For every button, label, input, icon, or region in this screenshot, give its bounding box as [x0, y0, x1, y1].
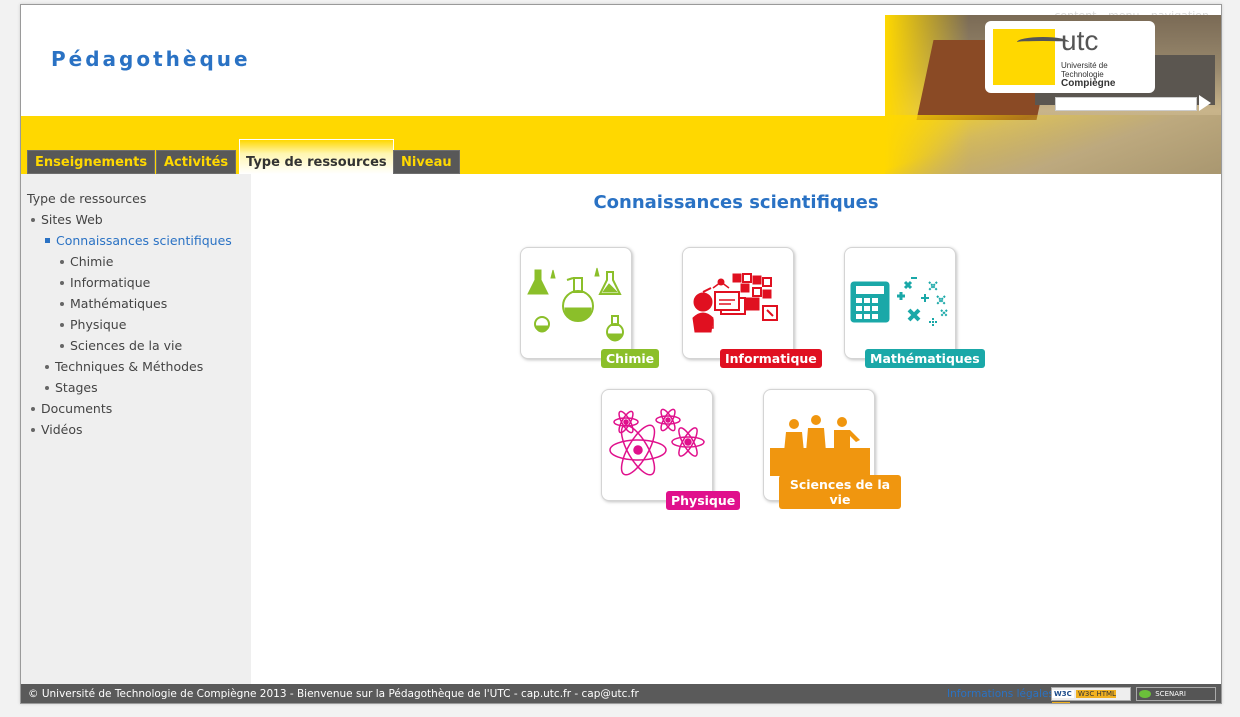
sidebar-item-stages[interactable]: Stages [45, 380, 98, 395]
sidebar-item-connaissances-scientifiques[interactable]: Connaissances scientifiques [45, 233, 232, 248]
utc-logo-subtitle: Université de Technologie Compiègne [1061, 61, 1116, 89]
calculator-icon [850, 277, 948, 326]
sidebar-item-chimie[interactable]: Chimie [60, 254, 113, 269]
flask-icon [527, 267, 624, 342]
sidebar-item-sites-web[interactable]: Sites Web [31, 212, 103, 227]
tab-niveau[interactable]: Niveau [393, 150, 460, 174]
card-physique-label[interactable]: Physique [666, 491, 741, 510]
sidebar-heading[interactable]: Type de ressources [27, 191, 146, 206]
page-title: Connaissances scientifiques [593, 192, 879, 213]
tab-type-de-ressources[interactable]: Type de ressources [239, 139, 394, 174]
utc-logo[interactable]: utc Université de Technologie Compiègne [985, 21, 1155, 93]
sidebar-item-videos[interactable]: Vidéos [31, 422, 83, 437]
card-chimie-label[interactable]: Chimie [601, 349, 660, 368]
sidebar-item-techniques-methodes[interactable]: Techniques & Méthodes [45, 359, 203, 374]
sidebar-item-physique[interactable]: Physique [60, 317, 126, 332]
header-photo: utc Université de Technologie Compiègne [885, 15, 1221, 174]
page-frame: Pédagothèque content menu navigation utc… [20, 4, 1222, 704]
utc-logo-text: utc [1061, 25, 1099, 56]
tab-activites[interactable]: Activités [156, 150, 237, 174]
computer-icon [692, 273, 778, 333]
tab-enseignements[interactable]: Enseignements [27, 150, 156, 174]
sidebar-nav: Type de ressources Sites Web Connaissanc… [21, 174, 251, 684]
w3c-html-badge[interactable]: W3C W3C HTML 4.01 [1051, 687, 1131, 703]
card-mathematiques-label[interactable]: Mathématiques [865, 349, 985, 368]
card-informatique-label[interactable]: Informatique [720, 349, 822, 368]
sidebar-item-sciences-de-la-vie[interactable]: Sciences de la vie [60, 338, 182, 353]
footer-copyright: © Université de Technologie de Compiègne… [28, 688, 639, 700]
atom-icon [609, 408, 705, 476]
search-input[interactable] [1055, 97, 1197, 111]
search-submit-arrow-icon[interactable] [1199, 95, 1211, 111]
card-chimie[interactable] [520, 247, 632, 359]
card-mathematiques[interactable] [844, 247, 956, 359]
footer: © Université de Technologie de Compiègne… [21, 684, 1221, 703]
site-title[interactable]: Pédagothèque [51, 47, 251, 71]
card-sciences-de-la-vie-label[interactable]: Sciences de la vie [779, 475, 901, 509]
sidebar-item-documents[interactable]: Documents [31, 401, 112, 416]
legal-info-link[interactable]: Informations légales [947, 684, 1054, 703]
sidebar-item-informatique[interactable]: Informatique [60, 275, 150, 290]
card-informatique[interactable] [682, 247, 794, 359]
scenari-badge[interactable]: SCENARI [1136, 687, 1216, 701]
card-physique[interactable] [601, 389, 713, 501]
sidebar-item-mathematiques[interactable]: Mathématiques [60, 296, 167, 311]
